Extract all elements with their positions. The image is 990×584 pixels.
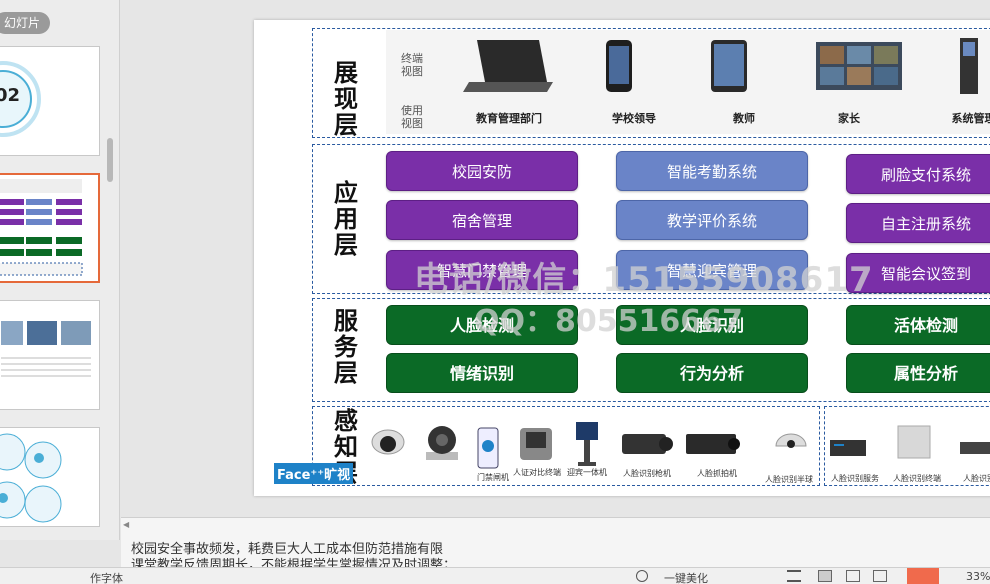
- app-face-payment[interactable]: 刷脸支付系统: [846, 154, 990, 194]
- sensor-label-half-dome: 人脸识别半球: [765, 475, 813, 484]
- service-behavior-analysis[interactable]: 行为分析: [616, 353, 808, 393]
- speaker-notes-pane[interactable]: ◀ 校园安全事故频发，耗费巨大人工成本但防范措施有限 课堂教学反馈周期长，不能根…: [121, 517, 990, 573]
- snapshot-camera-icon: [686, 434, 740, 454]
- watermark-phone: 电话/微信：15155908617: [414, 260, 874, 300]
- usage-view-label: 使用视图: [401, 104, 423, 130]
- thumbnail-scrollbar[interactable]: [107, 138, 113, 182]
- presentation-layer-label: 展现层: [334, 59, 358, 139]
- notes-view-icon[interactable]: [787, 570, 801, 582]
- tablet-icon: [711, 40, 747, 92]
- user-label-teacher: 教师: [733, 112, 755, 125]
- service-layer-label: 服务层: [334, 307, 358, 387]
- font-status[interactable]: 作字体: [90, 570, 123, 584]
- play-slideshow-button[interactable]: [907, 568, 939, 584]
- user-label-sysadmin: 系统管理员: [951, 112, 990, 125]
- id-verification-terminal-icon: [520, 428, 552, 460]
- laptop-icon: [463, 40, 553, 92]
- app-self-registration[interactable]: 自主注册系统: [846, 203, 990, 243]
- thumbnail-1-number: 02: [0, 85, 21, 106]
- watermark-qq: QQ：805516667: [474, 304, 743, 339]
- welcome-kiosk-icon: [576, 422, 598, 466]
- slide-sorter-icon[interactable]: [846, 570, 860, 582]
- scroll-left-arrow-icon[interactable]: ◀: [123, 520, 131, 529]
- normal-view-icon[interactable]: [818, 570, 832, 582]
- megvii-brand-logo: Face⁺⁺旷视: [274, 463, 354, 484]
- sensor-label-recognition-server: 人脸识别服务: [831, 474, 879, 483]
- sensor-label-recognition: 人脸识别: [963, 474, 990, 483]
- sensor-label-recognition-camera: 人脸识别枪机: [623, 469, 671, 478]
- slide-thumbnail-1[interactable]: 02: [0, 46, 100, 156]
- terminal-view-label: 终端视图: [401, 52, 423, 78]
- thumbnail-2-graphic: [0, 179, 83, 276]
- slide-thumbnail-panel: 幻灯片 02: [0, 0, 120, 540]
- half-dome-camera-icon: [775, 433, 807, 448]
- slide-thumbnail-3[interactable]: [0, 300, 100, 410]
- recognition-device-icon: [960, 442, 990, 454]
- slides-tab-label: 幻灯片: [4, 16, 41, 30]
- monitor-wall-icon: [816, 42, 902, 90]
- app-teaching-evaluation[interactable]: 教学评价系统: [616, 200, 808, 240]
- bullet-camera-icon: [622, 434, 673, 454]
- sensor-label-recognition-terminal: 人脸识别终端: [893, 474, 941, 483]
- gate-terminal-icon: [477, 427, 499, 469]
- application-layer-label: 应用层: [334, 179, 358, 259]
- dome-camera-icon: [371, 429, 405, 455]
- slide-editing-area: 展现层 终端视图 使用视图 教育管理部门 学校领导 教师 家长 系统管理员: [121, 0, 990, 517]
- recognition-box-icon: [897, 425, 931, 459]
- smartphone-icon: [606, 40, 632, 92]
- thumbnail-3-graphic: [1, 321, 91, 377]
- user-label-school-leader: 学校领导: [612, 112, 656, 125]
- kiosk-icon: [960, 38, 978, 94]
- service-liveness-detection[interactable]: 活体检测: [846, 305, 990, 345]
- user-label-parent: 家长: [838, 112, 860, 125]
- beautify-icon[interactable]: [636, 570, 648, 582]
- thumbnail-4-graphic: [0, 433, 62, 523]
- app-campus-security[interactable]: 校园安防: [386, 151, 578, 191]
- status-bar: 作字体 一键美化 33%: [0, 567, 990, 584]
- slide-canvas[interactable]: 展现层 终端视图 使用视图 教育管理部门 学校领导 教师 家长 系统管理员: [254, 20, 990, 496]
- app-dormitory-management[interactable]: 宿舍管理: [386, 200, 578, 240]
- slides-tab[interactable]: 幻灯片: [0, 12, 51, 34]
- sensor-label-snapshot-camera: 人脸抓拍机: [697, 469, 737, 478]
- slide-thumbnail-2-active[interactable]: [0, 173, 100, 283]
- service-emotion-recognition[interactable]: 情绪识别: [386, 353, 578, 393]
- recognition-server-icon: [830, 440, 866, 456]
- ptz-camera-icon: [426, 426, 458, 460]
- user-label-education-dept: 教育管理部门: [476, 112, 542, 125]
- app-attendance-system[interactable]: 智能考勤系统: [616, 151, 808, 191]
- service-attribute-analysis[interactable]: 属性分析: [846, 353, 990, 393]
- slide-thumbnail-4[interactable]: [0, 427, 100, 527]
- reading-view-icon[interactable]: [873, 570, 887, 582]
- beautify-button[interactable]: 一键美化: [664, 570, 708, 584]
- zoom-level[interactable]: 33%: [966, 570, 990, 583]
